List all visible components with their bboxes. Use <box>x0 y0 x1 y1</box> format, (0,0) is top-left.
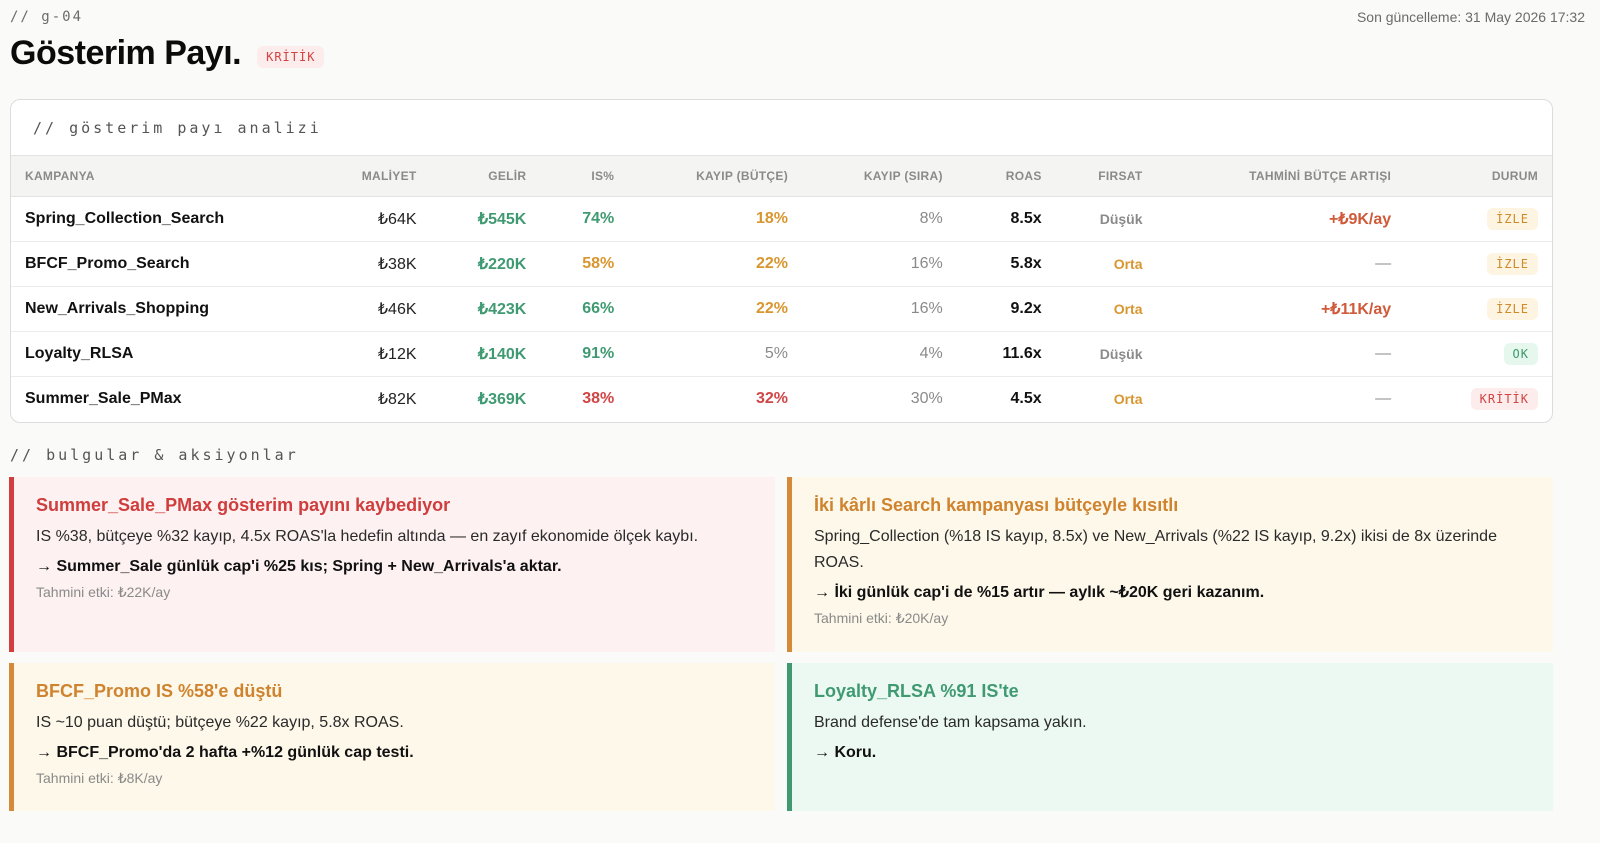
opportunity-cell: Orta <box>1113 300 1143 317</box>
lost-budget-cell: 22% <box>755 254 788 272</box>
card-title: Summer_Sale_PMax gösterim payını kaybedi… <box>36 495 451 515</box>
finding-card-bfcf-promo: BFCF_Promo IS %58'e düştü IS ~10 puan dü… <box>9 663 775 811</box>
campaign-name: Spring_Collection_Search <box>25 209 225 227</box>
card-title: İki kârlı Search kampanyası bütçeyle kıs… <box>814 495 1179 515</box>
card-title: BFCF_Promo IS %58'e düştü <box>36 681 283 701</box>
col-header-is[interactable]: IS% <box>540 156 628 196</box>
card-effect: Tahmini etki: ₺20K/ay <box>814 610 949 626</box>
is-cell: 91% <box>582 344 615 362</box>
col-header-budget-increase[interactable]: TAHMİNİ BÜTÇE ARTIŞI <box>1157 156 1406 196</box>
card-body: IS ~10 puan düştü; bütçeye %22 kayıp, 5.… <box>36 714 404 731</box>
table-row[interactable]: Loyalty_RLSA ₺12K ₺140K 91% 5% 4% 11.6x … <box>11 331 1552 376</box>
lost-rank-cell: 8% <box>919 209 943 227</box>
status-cell: KRİTİK <box>1405 376 1552 421</box>
budget-increase-cell: — <box>1375 389 1392 407</box>
col-header-status[interactable]: DURUM <box>1405 156 1552 196</box>
campaign-name: New_Arrivals_Shopping <box>25 299 210 317</box>
lost-rank-cell: 4% <box>919 344 943 362</box>
revenue-cell: ₺140K <box>477 345 527 363</box>
budget-increase-cell: +₺9K/ay <box>1328 210 1392 228</box>
revenue-cell: ₺423K <box>477 300 527 318</box>
status-badge: KRİTİK <box>1470 387 1538 410</box>
page-code: // g-04 <box>10 9 84 25</box>
finding-card-summer-sale: Summer_Sale_PMax gösterim payını kaybedi… <box>9 477 775 652</box>
lost-budget-cell: 18% <box>755 209 788 227</box>
lost-budget-cell: 5% <box>764 344 788 362</box>
title-row: Gösterim Payı. KRİTİK <box>10 34 325 73</box>
status-cell: İZLE <box>1405 241 1552 286</box>
is-cell: 38% <box>582 389 615 407</box>
status-badge: İZLE <box>1487 252 1538 275</box>
status-cell: İZLE <box>1405 286 1552 331</box>
roas-cell: 9.2x <box>1010 299 1042 317</box>
page-status-badge: KRİTİK <box>257 45 325 68</box>
budget-increase-cell: — <box>1375 254 1392 272</box>
col-header-cost[interactable]: MALİYET <box>331 156 431 196</box>
revenue-cell: ₺369K <box>477 390 527 408</box>
opportunity-cell: Orta <box>1113 390 1143 407</box>
is-cell: 66% <box>582 299 615 317</box>
card-body: Brand defense'de tam kapsama yakın. <box>814 714 1087 731</box>
card-action: → İki günlük cap'i de %15 artır — aylık … <box>814 584 1265 601</box>
cost-cell: ₺38K <box>377 255 417 273</box>
findings-caption: // bulgular & aksiyonlar <box>10 446 299 464</box>
page-title: Gösterim Payı. <box>10 34 242 72</box>
roas-cell: 5.8x <box>1010 254 1042 272</box>
card-body: IS %38, bütçeye %32 kayıp, 4.5x ROAS'la … <box>36 528 699 545</box>
finding-card-loyalty: Loyalty_RLSA %91 IS'te Brand defense'de … <box>787 663 1553 811</box>
table-row[interactable]: New_Arrivals_Shopping ₺46K ₺423K 66% 22%… <box>11 286 1552 331</box>
budget-increase-cell: +₺11K/ay <box>1320 300 1392 318</box>
card-action: → Summer_Sale günlük cap'i %25 kıs; Spri… <box>36 558 562 575</box>
card-action: → BFCF_Promo'da 2 hafta +%12 günlük cap … <box>36 744 414 761</box>
status-badge: OK <box>1503 342 1538 365</box>
table-header-row: KAMPANYA MALİYET GELİR IS% KAYIP (BÜTÇE)… <box>11 156 1552 196</box>
opportunity-cell: Düşük <box>1099 345 1143 362</box>
col-header-campaign[interactable]: KAMPANYA <box>11 156 331 196</box>
impression-share-table: KAMPANYA MALİYET GELİR IS% KAYIP (BÜTÇE)… <box>11 156 1552 421</box>
budget-increase-cell: — <box>1375 344 1392 362</box>
revenue-cell: ₺545K <box>477 210 527 228</box>
col-header-revenue[interactable]: GELİR <box>431 156 541 196</box>
panel-caption: // gösterim payı analizi <box>11 100 1552 156</box>
is-cell: 58% <box>582 254 615 272</box>
status-badge: İZLE <box>1487 297 1538 320</box>
lost-budget-cell: 32% <box>755 389 788 407</box>
campaign-name: Summer_Sale_PMax <box>25 389 182 407</box>
revenue-cell: ₺220K <box>477 255 527 273</box>
card-body: Spring_Collection (%18 IS kayıp, 8.5x) v… <box>814 528 1497 571</box>
table-row[interactable]: Spring_Collection_Search ₺64K ₺545K 74% … <box>11 196 1552 241</box>
cost-cell: ₺46K <box>377 300 417 318</box>
col-header-lost-rank[interactable]: KAYIP (SIRA) <box>802 156 957 196</box>
card-effect: Tahmini etki: ₺8K/ay <box>36 770 163 786</box>
finding-card-search-budget: İki kârlı Search kampanyası bütçeyle kıs… <box>787 477 1553 652</box>
opportunity-cell: Orta <box>1113 255 1143 272</box>
col-header-roas[interactable]: ROAS <box>957 156 1056 196</box>
campaign-name: Loyalty_RLSA <box>25 344 134 362</box>
status-cell: OK <box>1405 331 1552 376</box>
col-header-lost-budget[interactable]: KAYIP (BÜTÇE) <box>628 156 802 196</box>
col-header-opportunity[interactable]: FIRSAT <box>1056 156 1157 196</box>
roas-cell: 4.5x <box>1010 389 1042 407</box>
status-cell: İZLE <box>1405 196 1552 241</box>
cost-cell: ₺64K <box>377 210 417 228</box>
roas-cell: 8.5x <box>1010 209 1042 227</box>
table-row[interactable]: BFCF_Promo_Search ₺38K ₺220K 58% 22% 16%… <box>11 241 1552 286</box>
status-badge: İZLE <box>1487 207 1538 230</box>
cost-cell: ₺12K <box>377 345 417 363</box>
opportunity-cell: Düşük <box>1099 210 1143 227</box>
impression-share-panel: // gösterim payı analizi KAMPANYA MALİYE… <box>10 99 1553 423</box>
cost-cell: ₺82K <box>377 390 417 408</box>
lost-rank-cell: 16% <box>910 254 943 272</box>
card-title: Loyalty_RLSA %91 IS'te <box>814 681 1019 701</box>
is-cell: 74% <box>582 209 615 227</box>
card-effect: Tahmini etki: ₺22K/ay <box>36 584 171 600</box>
campaign-name: BFCF_Promo_Search <box>25 254 190 272</box>
lost-rank-cell: 16% <box>910 299 943 317</box>
lost-rank-cell: 30% <box>910 389 943 407</box>
roas-cell: 11.6x <box>1002 344 1042 362</box>
card-action: → Koru. <box>814 744 877 761</box>
lost-budget-cell: 22% <box>755 299 788 317</box>
table-row[interactable]: Summer_Sale_PMax ₺82K ₺369K 38% 32% 30% … <box>11 376 1552 421</box>
last-update-timestamp: Son güncelleme: 31 May 2026 17:32 <box>1356 9 1585 25</box>
